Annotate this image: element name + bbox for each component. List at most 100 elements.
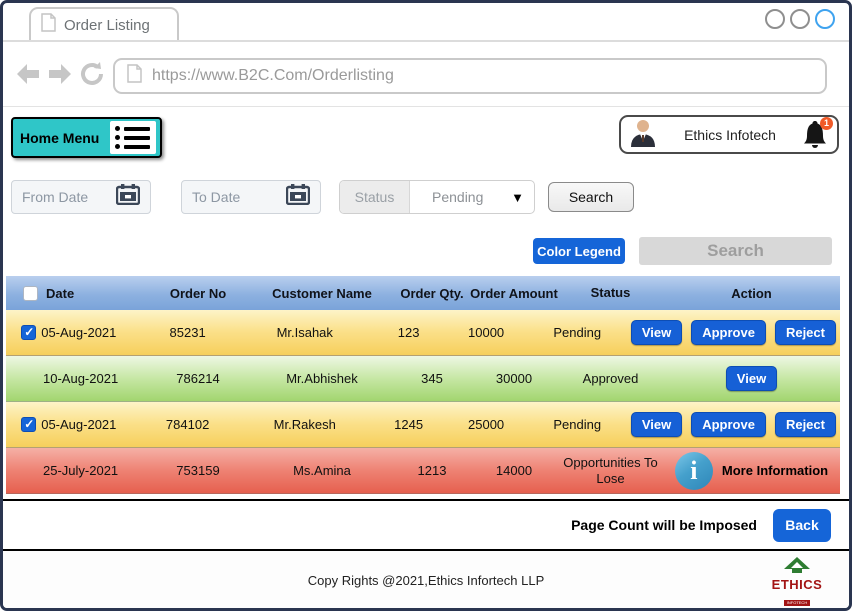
status-value-area[interactable]: Pending ▼ (410, 181, 534, 213)
logo-text: ETHICS (769, 578, 825, 591)
cell-order-qty: 1245 (373, 417, 445, 432)
browser-tab[interactable]: Order Listing (29, 7, 179, 41)
view-button[interactable]: View (726, 366, 777, 391)
view-button[interactable]: View (631, 320, 682, 345)
column-header-date: Date (38, 286, 146, 301)
column-header-status: Status (558, 285, 663, 301)
page-icon (127, 64, 142, 88)
cell-status: Pending (528, 417, 627, 433)
status-label: Status (340, 181, 410, 213)
reject-button[interactable]: Reject (775, 320, 836, 345)
chrome-divider (3, 106, 849, 107)
ethics-logo: ETHICS INFOTECH (769, 557, 825, 609)
user-avatar-icon (629, 117, 657, 152)
cell-customer-name: Ms.Amina (250, 463, 394, 478)
page-count-bar: Page Count will be Imposed Back (3, 503, 849, 547)
cell-date: 25-July-2021 (38, 463, 146, 478)
window-control-icon[interactable] (765, 9, 785, 29)
browser-window: Order Listing https://www.B2C.Com/Orderl… (0, 0, 852, 611)
notification-badge: 1 (820, 117, 833, 130)
home-menu-label: Home Menu (20, 130, 99, 146)
column-header-order-qty: Order Qty. (394, 286, 470, 301)
copyright-text: Copy Rights @2021,Ethics Infortech LLP (3, 573, 849, 588)
chevron-down-icon: ▼ (511, 190, 524, 205)
table-row: 05-Aug-2021 85231 Mr.Isahak 123 10000 Pe… (6, 310, 840, 356)
view-button[interactable]: View (631, 412, 682, 437)
cell-customer-name: Mr.Abhishek (250, 371, 394, 386)
back-button[interactable]: Back (773, 509, 831, 542)
row-checkbox[interactable] (21, 325, 36, 340)
table-row: 25-July-2021 753159 Ms.Amina 1213 14000 … (6, 448, 840, 494)
tabbar-divider (3, 40, 849, 42)
info-icon[interactable]: i (675, 452, 713, 490)
cell-order-no: 753159 (146, 463, 250, 478)
row-checkbox[interactable] (21, 417, 36, 432)
search-button[interactable]: Search (548, 182, 634, 212)
tab-title: Order Listing (64, 17, 150, 34)
search-input[interactable]: Search (639, 237, 832, 265)
cell-order-amount: 14000 (470, 463, 558, 478)
status-dropdown[interactable]: Status Pending ▼ (339, 180, 535, 214)
refresh-icon[interactable] (79, 61, 105, 92)
to-date-field[interactable]: To Date (181, 180, 321, 214)
cell-date: 05-Aug-2021 (36, 325, 138, 340)
profile-box[interactable]: Ethics Infotech 1 (619, 115, 839, 154)
forward-icon[interactable] (47, 62, 73, 91)
logo-subtext: INFOTECH (784, 600, 810, 606)
cell-status: Opportunities To Lose (558, 455, 663, 486)
cell-order-qty: 1213 (394, 463, 470, 478)
back-icon[interactable] (15, 62, 41, 91)
table-header-row: Date Order No Customer Name Order Qty. O… (6, 276, 840, 310)
cell-order-no: 85231 (139, 325, 237, 340)
table-row: 05-Aug-2021 784102 Mr.Rakesh 1245 25000 … (6, 402, 840, 448)
navigation-bar: https://www.B2C.Com/Orderlisting (3, 55, 849, 97)
window-control-icon[interactable] (815, 9, 835, 29)
cell-date: 10-Aug-2021 (38, 371, 146, 386)
column-header-order-amount: Order Amount (470, 286, 558, 301)
table-row: 10-Aug-2021 786214 Mr.Abhishek 345 30000… (6, 356, 840, 402)
cell-order-qty: 123 (373, 325, 445, 340)
table-body: 05-Aug-2021 85231 Mr.Isahak 123 10000 Pe… (6, 310, 840, 494)
url-bar[interactable]: https://www.B2C.Com/Orderlisting (113, 58, 827, 94)
column-header-customer-name: Customer Name (250, 286, 394, 301)
cell-order-no: 784102 (139, 417, 237, 432)
divider-line (3, 499, 849, 501)
logo-arrow-icon (782, 557, 812, 573)
to-date-label: To Date (192, 189, 240, 205)
approve-button[interactable]: Approve (691, 412, 766, 437)
approve-button[interactable]: Approve (691, 320, 766, 345)
column-header-order-no: Order No (146, 286, 250, 301)
cell-status: Approved (558, 371, 663, 387)
color-legend-button[interactable]: Color Legend (533, 238, 625, 264)
footer: Copy Rights @2021,Ethics Infortech LLP E… (3, 551, 849, 608)
page-count-note: Page Count will be Imposed (571, 517, 757, 533)
home-menu-button[interactable]: Home Menu (11, 117, 162, 158)
orders-table: Date Order No Customer Name Order Qty. O… (6, 276, 840, 494)
reject-button[interactable]: Reject (775, 412, 836, 437)
more-information: i More Information (675, 452, 828, 490)
calendar-icon (286, 184, 310, 210)
cell-date: 05-Aug-2021 (36, 417, 138, 432)
search-input-placeholder: Search (707, 241, 764, 261)
more-information-label: More Information (722, 463, 828, 478)
url-text: https://www.B2C.Com/Orderlisting (152, 67, 394, 85)
column-header-action: Action (663, 286, 840, 301)
status-selected-value: Pending (432, 189, 483, 205)
cell-customer-name: Mr.Rakesh (237, 417, 373, 432)
cell-order-no: 786214 (146, 371, 250, 386)
calendar-icon (116, 184, 140, 210)
company-name: Ethics Infotech (657, 127, 803, 143)
cell-order-qty: 345 (394, 371, 470, 386)
cell-order-amount: 10000 (445, 325, 528, 340)
menu-list-icon (110, 121, 156, 154)
from-date-field[interactable]: From Date (11, 180, 151, 214)
select-all-checkbox[interactable] (23, 286, 38, 301)
cell-customer-name: Mr.Isahak (237, 325, 373, 340)
window-control-icon[interactable] (790, 9, 810, 29)
cell-order-amount: 30000 (470, 371, 558, 386)
cell-status: Pending (528, 325, 627, 341)
from-date-label: From Date (22, 189, 88, 205)
notification-bell-icon[interactable]: 1 (803, 120, 829, 150)
cell-order-amount: 25000 (445, 417, 528, 432)
page-icon (41, 13, 56, 37)
